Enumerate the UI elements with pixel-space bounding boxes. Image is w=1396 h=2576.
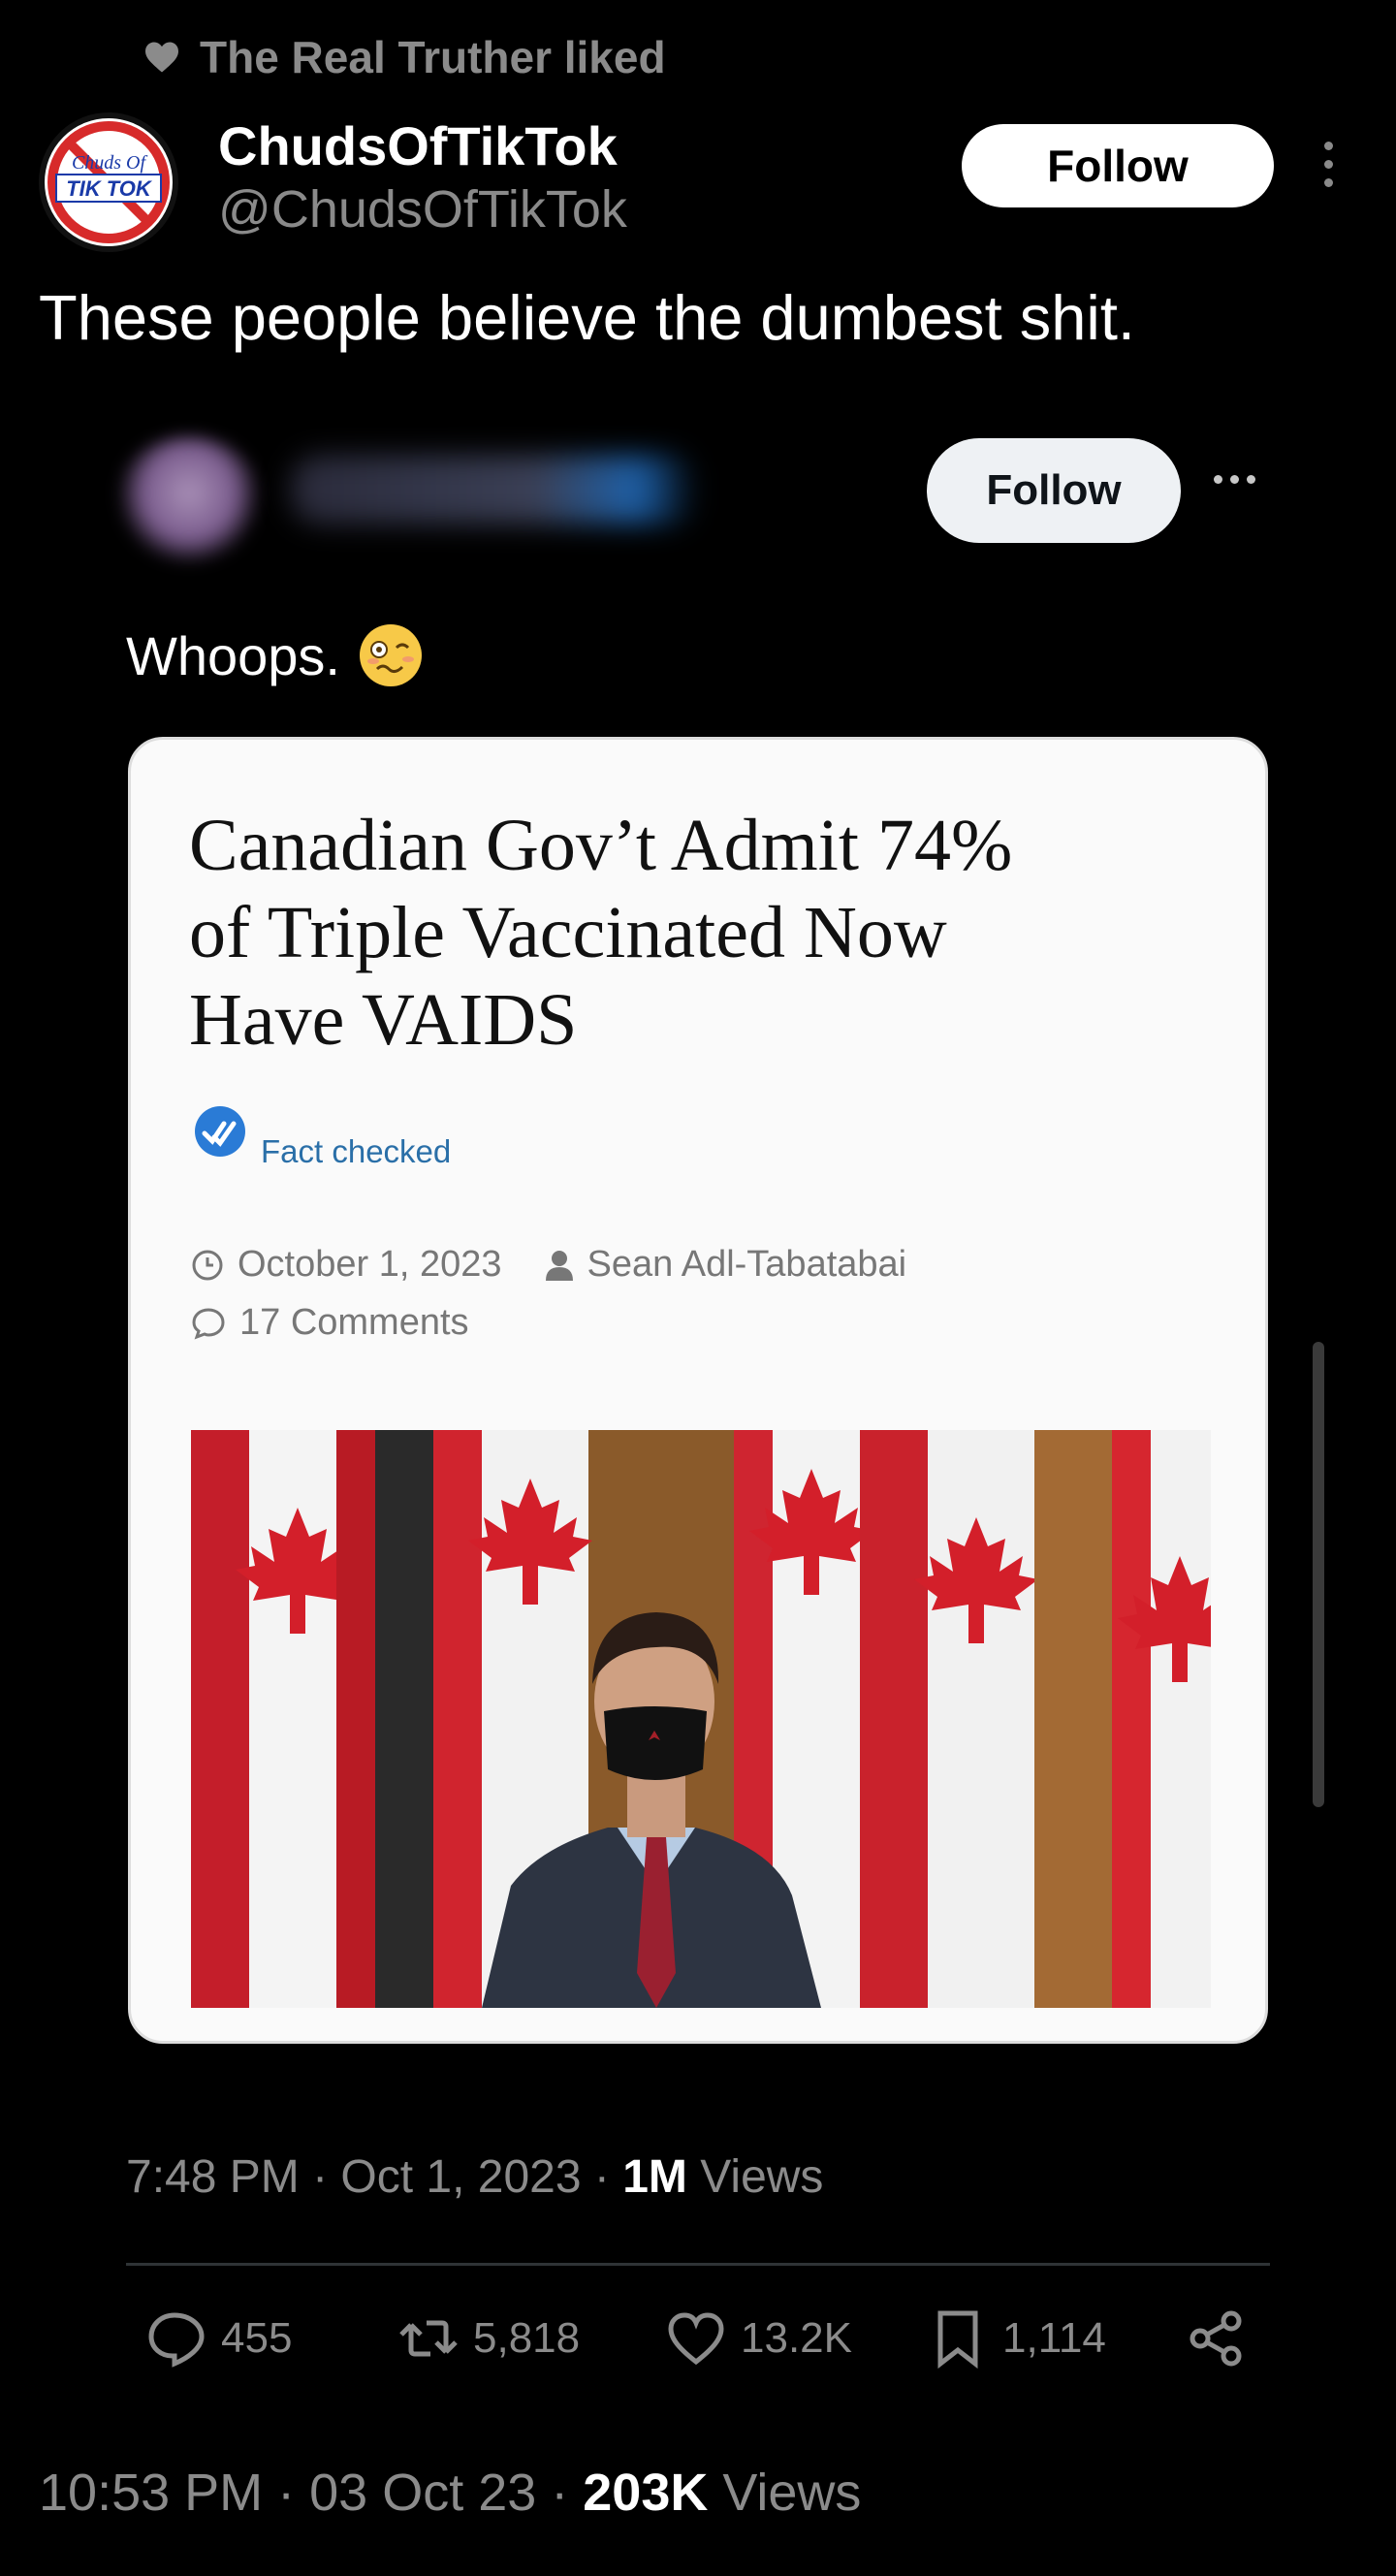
more-options-icon[interactable] [1314, 136, 1343, 204]
tweet-timestamp: 10:53 PM · 03 Oct 23 · 203K Views [39, 2464, 862, 2522]
reply-icon [148, 2312, 205, 2368]
quoted-more-icon[interactable] [1214, 475, 1255, 484]
fact-checked-label: Fact checked [261, 1133, 452, 1169]
social-context: The Real Truther liked [143, 31, 666, 83]
article-photo [191, 1430, 1211, 2008]
reply-button[interactable]: 455 [145, 2307, 292, 2369]
quoted-post-text-row: Whoops. [126, 620, 426, 690]
article-comments-count: 17 Comments [239, 1302, 469, 1343]
author-avatar[interactable]: Chuds Of TIK TOK [39, 112, 178, 252]
heart-icon [145, 42, 178, 73]
engagement-bar: 455 5,818 13.2K 1,114 [126, 2307, 1270, 2395]
scrollbar[interactable] [1313, 1342, 1324, 1807]
woozy-face-icon [360, 624, 422, 686]
svg-text:TIK TOK: TIK TOK [66, 176, 153, 201]
article-headline: Canadian Gov’t Admit 74% of Triple Vacci… [189, 805, 1013, 1061]
article-date: October 1, 2023 [238, 1244, 502, 1285]
repost-icon [399, 2320, 458, 2357]
article-comments: 17 Comments [191, 1302, 469, 1344]
blurred-username [291, 456, 698, 524]
bookmark-count: 1,114 [1002, 2314, 1106, 2362]
like-count: 13.2K [741, 2314, 852, 2362]
bookmark-icon [937, 2310, 978, 2369]
quoted-follow-button[interactable]: Follow [927, 438, 1181, 543]
follow-button[interactable]: Follow [962, 124, 1274, 207]
share-icon [1190, 2310, 1242, 2367]
liked-by-text: The Real Truther liked [200, 32, 666, 82]
blurred-avatar [116, 436, 262, 562]
like-button[interactable]: 13.2K [665, 2307, 852, 2369]
tweet-text: These people believe the dumbest shit. [39, 282, 1135, 353]
avatar-logo: Chuds Of TIK TOK [48, 121, 170, 243]
comment-icon [192, 1307, 225, 1340]
author-handle[interactable]: @ChudsOfTikTok [218, 179, 627, 239]
article-card[interactable]: Canadian Gov’t Admit 74% of Triple Vacci… [128, 737, 1268, 2044]
fact-check-icon [195, 1106, 245, 1157]
bookmark-button[interactable]: 1,114 [927, 2307, 1106, 2369]
share-button[interactable] [1185, 2307, 1247, 2369]
svg-text:Chuds Of: Chuds Of [72, 152, 148, 174]
article-meta: October 1, 2023 Sean Adl-Tabatabai [191, 1244, 906, 1286]
user-icon [545, 1250, 573, 1281]
author-display-name[interactable]: ChudsOfTikTok [218, 114, 618, 177]
quoted-timestamp: 7:48 PM · Oct 1, 2023 · 1M Views [126, 2151, 824, 2203]
repost-button[interactable]: 5,818 [397, 2307, 580, 2369]
fact-checked-badge: Fact checked [193, 1102, 451, 1169]
quoted-post-text: Whoops. [126, 624, 340, 686]
clock-icon [192, 1250, 223, 1280]
divider [126, 2263, 1270, 2266]
article-author: Sean Adl-Tabatabai [587, 1244, 907, 1285]
reply-count: 455 [221, 2314, 293, 2362]
like-icon [668, 2312, 724, 2366]
repost-count: 5,818 [473, 2314, 581, 2362]
